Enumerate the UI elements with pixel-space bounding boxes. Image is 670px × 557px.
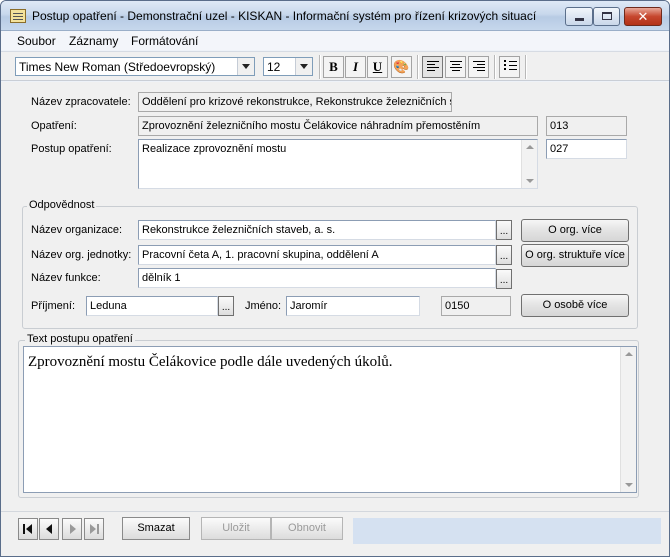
org-lookup-button[interactable]: ...: [496, 220, 512, 240]
name-label: Jméno:: [245, 300, 282, 312]
postup-label: Postup opatření:: [31, 143, 112, 155]
zpracovatel-label: Název zpracovatele:: [31, 96, 131, 108]
org-field[interactable]: Rekonstrukce železničních staveb, a. s.: [138, 220, 496, 240]
surname-lookup-button[interactable]: ...: [218, 296, 234, 316]
bullet-list-button[interactable]: [499, 56, 520, 78]
person-code-field: 0150: [441, 296, 511, 316]
text-section-title: Text postupu opatření: [25, 333, 135, 345]
close-icon: ✕: [637, 9, 649, 24]
next-record-button[interactable]: [62, 518, 82, 540]
first-record-arrow-icon: [26, 524, 32, 534]
menu-formatovani[interactable]: Formátování: [131, 34, 198, 48]
procedure-text-editor[interactable]: Zprovoznění mostu Čelákovice podle dále …: [23, 346, 637, 493]
palette-icon: 🎨: [393, 60, 410, 75]
scroll-down-icon[interactable]: [526, 179, 534, 183]
bold-button[interactable]: B: [323, 56, 344, 78]
scroll-up-icon[interactable]: [526, 145, 534, 149]
opatreni-field: Zprovoznění železničního mostu Čelákovic…: [138, 116, 538, 136]
minimize-icon: [575, 18, 584, 21]
person-more-button[interactable]: O osobě více: [521, 294, 629, 317]
toolbar-separator: [319, 55, 321, 79]
procedure-text-content: Zprovoznění mostu Čelákovice podle dále …: [28, 354, 393, 370]
org-label: Název organizace:: [31, 224, 123, 236]
responsibility-group-title: Odpovědnost: [27, 199, 97, 211]
navigation-strip: [353, 518, 661, 544]
font-size-select[interactable]: 12: [263, 57, 313, 76]
underline-button[interactable]: U: [367, 56, 388, 78]
menu-soubor[interactable]: Soubor: [17, 34, 56, 48]
last-record-icon: [97, 524, 99, 534]
chevron-down-icon[interactable]: [237, 58, 254, 75]
surname-field[interactable]: Leduna: [86, 296, 218, 316]
postup-scrollbar[interactable]: [521, 140, 537, 188]
title-bar: Postup opatření - Demonstrační uzel - KI…: [1, 1, 669, 31]
align-left-icon: [427, 61, 439, 73]
delete-button[interactable]: Smazat: [122, 517, 190, 540]
function-field[interactable]: dělník 1: [138, 268, 496, 288]
minimize-button[interactable]: [565, 7, 593, 26]
toolbar-separator: [525, 55, 527, 79]
font-family-select[interactable]: Times New Roman (Středoevropský): [15, 57, 255, 76]
font-size-value: 12: [267, 60, 281, 74]
restore-button[interactable]: Obnovit: [271, 517, 343, 540]
last-record-button[interactable]: [84, 518, 104, 540]
previous-record-button[interactable]: [39, 518, 59, 540]
first-record-icon: [23, 524, 25, 534]
postup-field[interactable]: Realizace zprovoznění mostu: [138, 139, 538, 189]
chevron-down-icon[interactable]: [295, 58, 312, 75]
color-button[interactable]: 🎨: [391, 56, 412, 78]
maximize-button[interactable]: [593, 7, 620, 26]
org-more-button[interactable]: O org. více: [521, 219, 629, 242]
name-field[interactable]: Jaromír: [286, 296, 420, 316]
record-navigation-bar: Smazat Uložit Obnovit: [1, 511, 669, 556]
surname-label: Příjmení:: [31, 300, 76, 312]
postup-code-field[interactable]: 027: [546, 139, 627, 159]
editor-scrollbar[interactable]: [620, 347, 636, 492]
toolbar-separator: [494, 55, 496, 79]
window-title: Postup opatření - Demonstrační uzel - KI…: [32, 9, 537, 23]
previous-record-icon: [46, 524, 52, 534]
main-window: Postup opatření - Demonstrační uzel - KI…: [0, 0, 670, 557]
last-record-arrow-icon: [90, 524, 96, 534]
align-left-button[interactable]: [422, 56, 443, 78]
function-label: Název funkce:: [31, 272, 101, 284]
opatreni-code-field: 013: [546, 116, 627, 136]
form-area: Název zpracovatele: Oddělení pro krizové…: [1, 82, 669, 511]
opatreni-label: Opatření:: [31, 120, 77, 132]
scroll-up-icon[interactable]: [625, 352, 633, 356]
first-record-button[interactable]: [18, 518, 38, 540]
menu-bar: Soubor Záznamy Formátování: [1, 31, 669, 50]
bullet-list-icon: [504, 60, 517, 73]
next-record-icon: [70, 524, 76, 534]
app-icon: [10, 9, 26, 23]
align-center-icon: [450, 61, 462, 73]
unit-label: Název org. jednotky:: [31, 249, 132, 261]
close-button[interactable]: ✕: [624, 7, 662, 26]
menu-zaznamy[interactable]: Záznamy: [69, 34, 118, 48]
unit-more-button[interactable]: O org. struktuře více: [521, 244, 629, 267]
align-right-button[interactable]: [468, 56, 489, 78]
scroll-down-icon[interactable]: [625, 483, 633, 487]
maximize-icon: [602, 12, 612, 20]
zpracovatel-field: Oddělení pro krizové rekonstrukce, Rekon…: [138, 92, 452, 112]
postup-text: Realizace zprovoznění mostu: [142, 143, 287, 155]
function-lookup-button[interactable]: ...: [496, 269, 512, 289]
align-center-button[interactable]: [445, 56, 466, 78]
font-family-value: Times New Roman (Středoevropský): [19, 60, 216, 74]
unit-field[interactable]: Pracovní četa A, 1. pracovní skupina, od…: [138, 245, 496, 265]
save-button[interactable]: Uložit: [201, 517, 271, 540]
formatting-toolbar: Times New Roman (Středoevropský) 12 B I …: [1, 51, 669, 81]
toolbar-separator: [417, 55, 419, 79]
align-right-icon: [473, 61, 485, 73]
unit-lookup-button[interactable]: ...: [496, 245, 512, 265]
italic-button[interactable]: I: [345, 56, 366, 78]
